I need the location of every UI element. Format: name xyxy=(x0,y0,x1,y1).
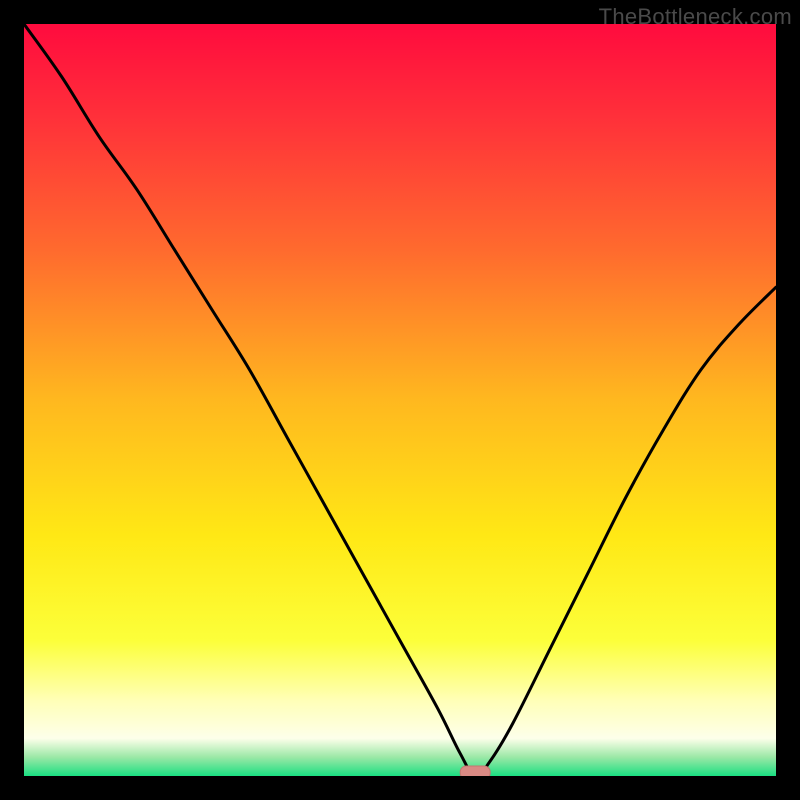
plot-area xyxy=(24,24,776,776)
bottleneck-chart xyxy=(24,24,776,776)
optimal-marker xyxy=(460,766,490,776)
watermark-text: TheBottleneck.com xyxy=(599,4,792,30)
gradient-background xyxy=(24,24,776,776)
chart-frame: TheBottleneck.com xyxy=(0,0,800,800)
